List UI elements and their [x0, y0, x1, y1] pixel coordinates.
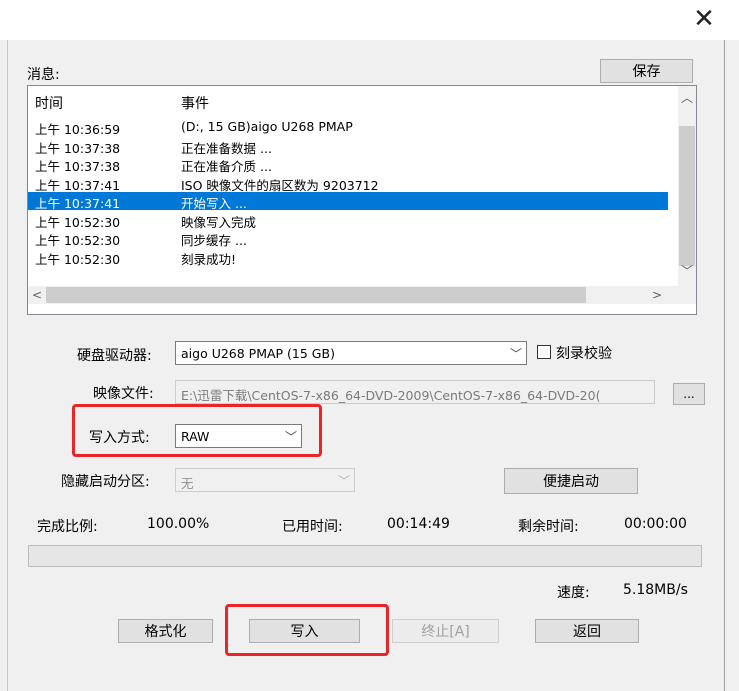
drive-value: aigo U268 PMAP (15 GB)	[181, 346, 335, 361]
row-time: 上午 10:52:30	[35, 251, 121, 267]
row-time: 上午 10:37:38	[35, 159, 121, 174]
remaining-value: 00:00:00	[624, 516, 687, 532]
chevron-down-icon: ﹀	[509, 347, 522, 361]
row-time: 上午 10:37:41	[35, 177, 121, 193]
remaining-label: 剩余时间:	[518, 519, 579, 535]
log-header: 时间 事件	[28, 86, 668, 116]
scroll-right-icon[interactable]: >	[648, 286, 666, 304]
image-file-value: E:\迅雷下载\CentOS-7-x86_64-DVD-2009\CentOS-…	[181, 388, 601, 403]
progress-bar	[28, 545, 702, 567]
close-icon[interactable]: ✕	[687, 2, 721, 36]
speed-label: 速度:	[557, 585, 590, 601]
row-time: 上午 10:52:30	[35, 233, 121, 248]
table-row[interactable]: 上午 10:52:30 刻录成功!	[28, 248, 668, 267]
browse-button[interactable]: ...	[673, 383, 705, 405]
write-mode-highlight	[72, 404, 322, 457]
back-button[interactable]: 返回	[535, 619, 639, 643]
hidden-partition-value: 无	[181, 476, 194, 491]
hidden-partition-select[interactable]: 无 ﹀	[175, 468, 355, 492]
image-file-label: 映像文件:	[93, 386, 154, 402]
row-event: 正在准备介质 ...	[181, 159, 272, 174]
verify-label: 刻录校验	[556, 346, 612, 362]
window-frame-left	[7, 40, 8, 691]
horizontal-scroll-thumb[interactable]	[46, 287, 586, 303]
row-time: 上午 10:52:30	[35, 214, 121, 230]
drive-label: 硬盘驱动器:	[77, 348, 152, 364]
table-row[interactable]: 上午 10:52:30 同步缓存 ...	[28, 229, 668, 248]
save-button[interactable]: 保存	[600, 59, 693, 83]
row-time: 上午 10:36:59	[35, 122, 121, 137]
speed-value: 5.18MB/s	[623, 582, 688, 598]
column-event: 事件	[181, 96, 209, 112]
column-time: 时间	[35, 96, 63, 112]
complete-value: 100.00%	[147, 516, 210, 532]
table-row[interactable]: 上午 10:37:38 正在准备数据 ...	[28, 137, 668, 156]
chevron-down-icon: ﹀	[337, 474, 350, 488]
scroll-left-icon[interactable]: <	[28, 286, 46, 304]
title-bar	[0, 0, 739, 40]
row-event: 同步缓存 ...	[181, 233, 247, 248]
messages-label: 消息:	[27, 67, 60, 83]
quick-boot-button[interactable]: 便捷启动	[504, 468, 638, 494]
table-row[interactable]: 上午 10:52:30 映像写入完成	[28, 211, 668, 230]
row-event: 开始写入 ...	[181, 196, 247, 211]
elapsed-value: 00:14:49	[387, 516, 450, 532]
row-event: 刻录成功!	[181, 251, 237, 267]
vertical-scrollbar[interactable]: ︿ ﹀	[678, 86, 696, 286]
row-time: 上午 10:37:38	[35, 140, 121, 156]
row-time: 上午 10:37:41	[35, 196, 121, 211]
stop-button[interactable]: 终止[A]	[392, 619, 499, 643]
table-row[interactable]: 上午 10:37:41 ISO 映像文件的扇区数为 9203712	[28, 174, 668, 193]
image-file-field[interactable]: E:\迅雷下载\CentOS-7-x86_64-DVD-2009\CentOS-…	[175, 380, 655, 404]
row-event: (D:, 15 GB)aigo U268 PMAP	[181, 119, 353, 134]
write-button-highlight	[225, 604, 389, 656]
table-row[interactable]: 上午 10:36:59 (D:, 15 GB)aigo U268 PMAP	[28, 118, 668, 137]
table-row[interactable]: 上午 10:37:38 正在准备介质 ...	[28, 155, 668, 174]
complete-label: 完成比例:	[37, 519, 98, 535]
scroll-up-icon[interactable]: ︿	[678, 89, 696, 107]
elapsed-label: 已用时间:	[282, 519, 343, 535]
format-button[interactable]: 格式化	[118, 619, 213, 643]
message-log[interactable]: 时间 事件 上午 10:36:59 (D:, 15 GB)aigo U268 PM…	[27, 85, 697, 315]
scroll-down-icon[interactable]: ﹀	[678, 262, 696, 280]
table-row[interactable]: 上午 10:37:41 开始写入 ...	[28, 192, 668, 211]
verify-checkbox[interactable]	[537, 345, 551, 359]
row-event: 映像写入完成	[181, 214, 257, 230]
drive-select[interactable]: aigo U268 PMAP (15 GB) ﹀	[175, 341, 527, 365]
hidden-partition-label: 隐藏启动分区:	[61, 474, 150, 490]
window-frame-right	[724, 40, 725, 691]
row-event: ISO 映像文件的扇区数为 9203712	[181, 177, 379, 193]
vertical-scroll-thumb[interactable]	[679, 126, 695, 266]
horizontal-scrollbar[interactable]: < >	[28, 286, 696, 304]
row-event: 正在准备数据 ...	[181, 140, 272, 156]
